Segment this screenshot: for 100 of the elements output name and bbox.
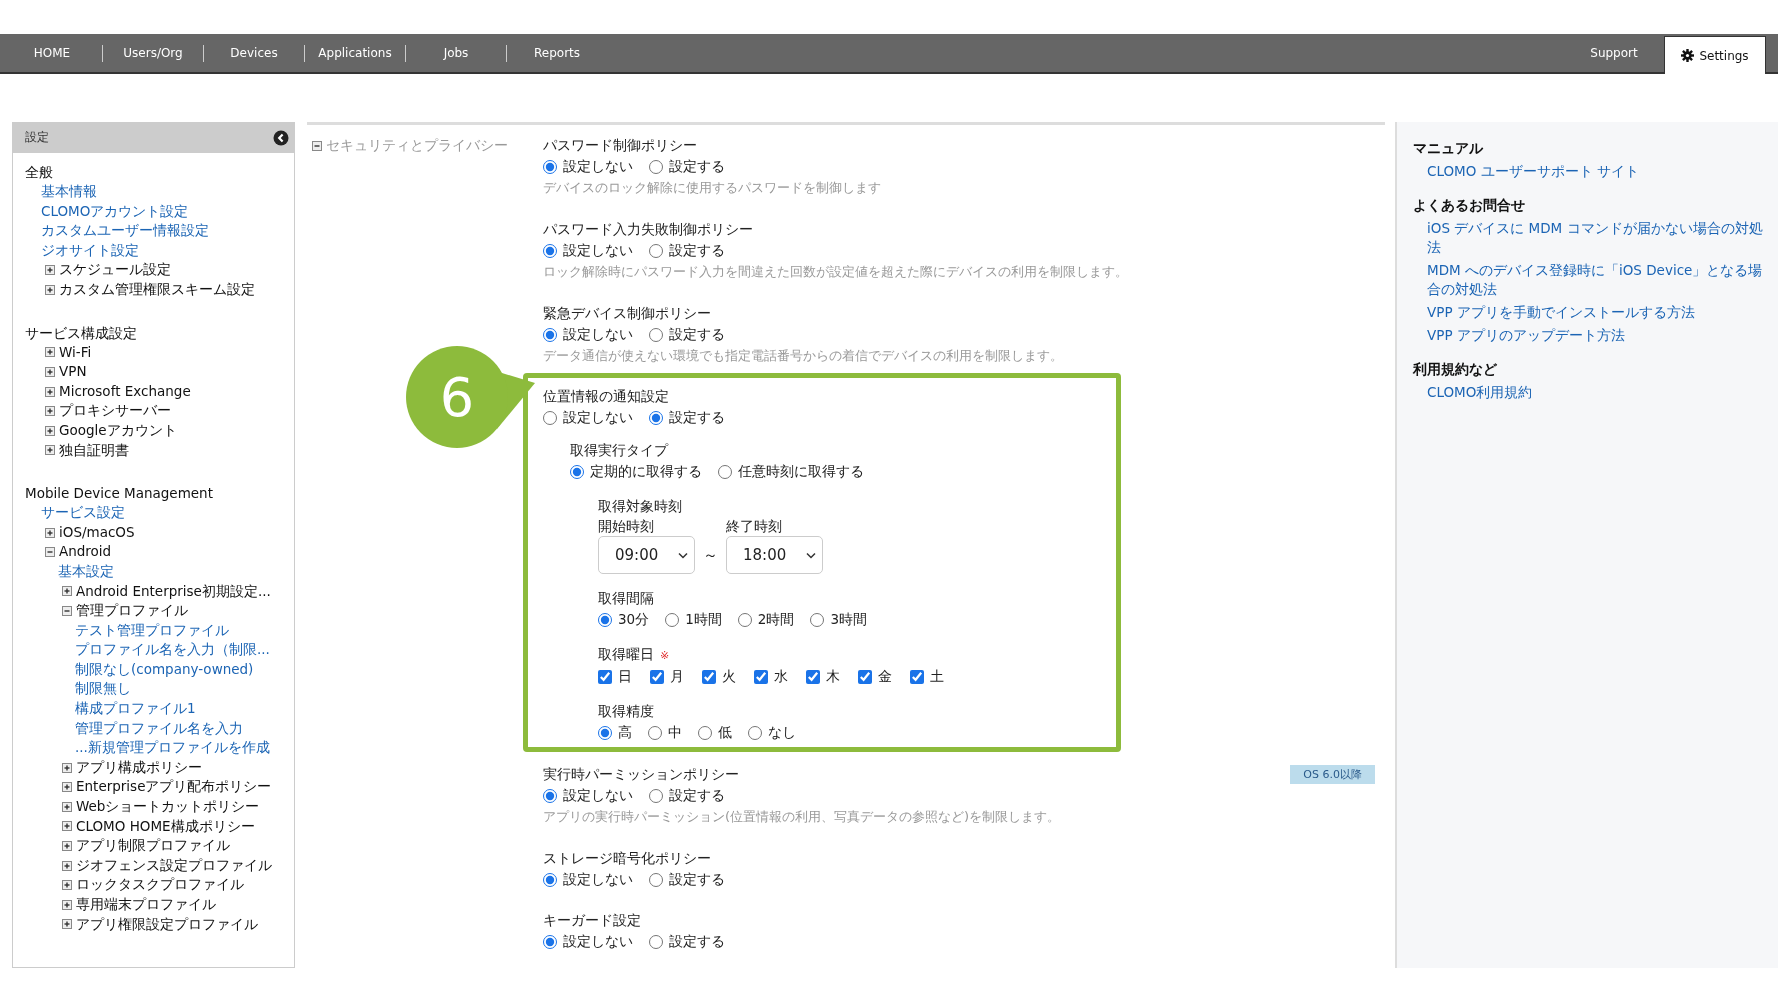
nav-tab[interactable]: Jobs <box>406 34 506 72</box>
sidebar-link[interactable]: サービス設定 <box>41 503 125 523</box>
radio-button[interactable] <box>748 725 762 740</box>
radio-button[interactable] <box>698 725 712 740</box>
tree-item[interactable]: アプリ権限設定プロファイル <box>76 914 258 935</box>
expand-icon[interactable] <box>62 586 72 597</box>
radio-button[interactable] <box>648 725 662 740</box>
tree-item[interactable]: カスタム管理権限スキーム設定 <box>59 279 255 300</box>
sidebar-link[interactable]: 基本情報 <box>41 182 97 202</box>
radio-button[interactable] <box>810 612 825 627</box>
time-select[interactable]: 09:00 <box>598 536 695 574</box>
sidebar-link[interactable]: ...新規管理プロファイルを作成 <box>75 738 270 758</box>
sidebar-link[interactable]: 制限無し <box>75 679 131 700</box>
radio-button[interactable] <box>649 410 663 425</box>
help-link[interactable]: VPP アプリのアップデート方法 <box>1427 326 1764 345</box>
radio-button[interactable] <box>649 788 663 803</box>
checkbox[interactable] <box>806 669 820 684</box>
tree-item[interactable]: 独自証明書 <box>59 440 129 461</box>
expand-icon[interactable] <box>62 782 72 793</box>
help-link[interactable]: CLOMO ユーザーサポート サイト <box>1427 162 1764 181</box>
tree-item[interactable]: Microsoft Exchange <box>59 381 191 402</box>
tree-item[interactable]: iOS/macOS <box>59 522 135 543</box>
sidebar-link[interactable]: カスタムユーザー情報設定 <box>41 221 209 241</box>
sidebar-link[interactable]: ジオサイト設定 <box>41 240 139 261</box>
help-link[interactable]: iOS デバイスに MDM コマンドが届かない場合の対処法 <box>1427 219 1764 257</box>
sidebar-link[interactable]: CLOMOアカウント設定 <box>41 201 189 222</box>
tree-item[interactable]: Googleアカウント <box>59 420 177 441</box>
radio-button[interactable] <box>649 159 663 174</box>
radio-button[interactable] <box>649 934 663 949</box>
expand-icon[interactable] <box>45 265 55 276</box>
expand-icon[interactable] <box>62 841 72 851</box>
expand-icon[interactable] <box>62 860 72 871</box>
expand-icon[interactable] <box>45 445 55 456</box>
sidebar-link[interactable]: 管理プロファイル名を入力 <box>75 718 243 739</box>
checkbox[interactable] <box>754 669 768 684</box>
expand-icon[interactable] <box>45 386 55 397</box>
nav-tab[interactable]: Users/Org <box>103 34 203 72</box>
sidebar-link[interactable]: 基本設定 <box>58 561 114 582</box>
tree-item[interactable]: Wi-Fi <box>59 342 92 363</box>
radio-button[interactable] <box>543 159 557 174</box>
tree-item[interactable]: ジオフェンス設定プロファイル <box>76 855 272 876</box>
radio-button[interactable] <box>665 612 680 627</box>
expand-icon[interactable] <box>62 801 72 812</box>
tree-item[interactable]: アプリ制限プロファイル <box>76 836 230 856</box>
tree-item[interactable]: ロックタスクプロファイル <box>76 875 244 895</box>
radio-button[interactable] <box>543 872 557 887</box>
expand-icon[interactable] <box>45 347 55 358</box>
radio-button[interactable] <box>543 327 557 342</box>
nav-tab[interactable]: Support <box>1564 34 1664 72</box>
sidebar-link[interactable]: プロファイル名を入力（制限... <box>75 640 270 660</box>
expand-icon[interactable] <box>62 880 72 891</box>
expand-icon[interactable] <box>45 366 55 377</box>
collapse-icon[interactable] <box>45 547 55 558</box>
expand-icon[interactable] <box>45 425 55 436</box>
checkbox[interactable] <box>858 669 872 684</box>
tree-item[interactable]: Android Enterprise初期設定... <box>76 581 271 602</box>
collapse-icon[interactable] <box>62 605 72 616</box>
tree-item[interactable]: Enterpriseアプリ配布ポリシー <box>76 777 272 798</box>
tree-item[interactable]: 専用端末プロファイル <box>76 895 216 915</box>
nav-tab[interactable]: Reports <box>507 34 607 72</box>
radio-button[interactable] <box>718 464 732 479</box>
tree-item[interactable]: Webショートカットポリシー <box>76 797 260 817</box>
tree-item[interactable]: アプリ構成ポリシー <box>76 757 202 778</box>
nav-tab[interactable]: Devices <box>204 34 304 72</box>
expand-icon[interactable] <box>62 821 72 832</box>
radio-button[interactable] <box>649 327 663 342</box>
checkbox[interactable] <box>650 669 664 684</box>
help-link[interactable]: CLOMO利用規約 <box>1427 383 1764 402</box>
tree-item[interactable]: 管理プロファイル <box>76 601 188 621</box>
tree-item[interactable]: スケジュール設定 <box>59 260 171 280</box>
help-link[interactable]: VPP アプリを手動でインストールする方法 <box>1427 303 1764 322</box>
sidebar-link[interactable]: 制限なし(company-owned) <box>75 659 254 680</box>
radio-button[interactable] <box>649 243 663 258</box>
tree-item[interactable]: プロキシサーバー <box>59 401 171 421</box>
radio-button[interactable] <box>543 243 557 258</box>
radio-button[interactable] <box>598 612 612 627</box>
time-select[interactable]: 18:00 <box>726 536 823 574</box>
nav-tab[interactable]: HOME <box>2 34 102 72</box>
expand-icon[interactable] <box>45 284 55 295</box>
tree-item[interactable]: CLOMO HOME構成ポリシー <box>76 816 255 837</box>
tree-item[interactable]: Android <box>59 542 112 562</box>
radio-button[interactable] <box>543 934 557 949</box>
checkbox[interactable] <box>910 669 924 684</box>
collapse-sidebar-icon[interactable] <box>273 129 289 146</box>
checkbox[interactable] <box>598 669 612 684</box>
sidebar-link[interactable]: テスト管理プロファイル <box>75 620 229 641</box>
radio-button[interactable] <box>543 410 557 425</box>
tree-item[interactable]: VPN <box>59 362 87 382</box>
help-link[interactable]: MDM へのデバイス登録時に「iOS Device」となる場合の対処法 <box>1427 261 1764 299</box>
expand-icon[interactable] <box>45 527 55 538</box>
expand-icon[interactable] <box>62 762 72 773</box>
radio-button[interactable] <box>737 612 752 627</box>
nav-tab[interactable]: Settings <box>1664 36 1766 74</box>
expand-icon[interactable] <box>62 899 72 910</box>
sidebar-link[interactable]: 構成プロファイル1 <box>75 699 196 719</box>
nav-tab[interactable]: Applications <box>305 34 405 72</box>
expand-icon[interactable] <box>45 406 55 417</box>
expand-icon[interactable] <box>62 919 72 930</box>
radio-button[interactable] <box>543 788 557 803</box>
radio-button[interactable] <box>598 725 612 740</box>
